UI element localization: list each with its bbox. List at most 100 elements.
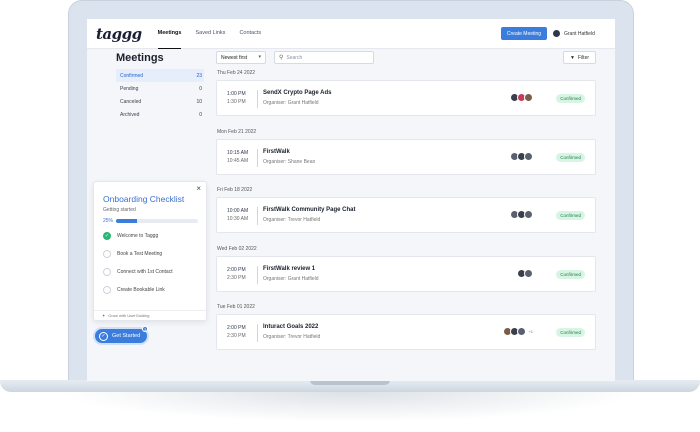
checklist-item[interactable]: Book a Test Meeting [103,250,162,258]
meeting-organiser: Organiser: Shane Bean [263,159,316,165]
checklist-item-label: Book a Test Meeting [117,251,163,257]
meeting-card[interactable]: 10:15 AM 10:45 AM FirstWalk Organiser: S… [216,139,596,175]
checklist-subtitle: Getting started [103,207,136,213]
circle-icon [103,268,111,276]
divider [257,149,258,167]
attendee-avatars [510,210,533,219]
checklist-item-label: Connect with 1st Contact [117,269,173,275]
onboarding-checklist: × Onboarding Checklist Getting started 2… [93,181,207,321]
checklist-item-label: Create Bookable Link [117,287,165,293]
attendee-avatars: +1 [503,327,533,336]
filter-button-label: Filter [577,54,590,61]
filter-archived[interactable]: Archived 0 [116,108,204,121]
status-badge: Confirmed [556,211,585,220]
divider [257,90,258,108]
create-meeting-button[interactable]: Create Meeting [501,27,547,40]
avatar [524,210,533,219]
user-avatar-icon [553,30,560,37]
start-time: 10:00 AM [227,208,249,214]
date-header: Mon Feb 21 2022 [217,129,257,135]
circle-icon [103,286,111,294]
checklist-progress-bar [116,219,198,223]
sort-value: Newest first [221,54,248,61]
checklist-title: Onboarding Checklist [103,194,185,204]
checklist-progress-fill [116,219,137,223]
filter-confirmed[interactable]: Confirmed 23 [116,69,204,82]
avatar [524,269,533,278]
filter-canceled[interactable]: Canceled 10 [116,95,204,108]
checklist-item[interactable]: ✓ Welcome to Taggg [103,232,158,240]
top-nav: taggg Meetings Saved Links Contacts Crea… [87,19,615,49]
filter-button[interactable]: ▼ Filter [563,51,596,64]
check-icon: ✓ [99,331,108,341]
start-time: 1:00 PM [227,91,246,97]
sort-select[interactable]: Newest first ▾ [216,51,266,64]
date-header: Wed Feb 02 2022 [217,246,257,252]
date-header: Thu Feb 24 2022 [217,70,256,76]
meeting-title: FirstWalk review 1 [263,266,316,272]
page-title: Meetings [116,52,164,64]
nav-saved-links[interactable]: Saved Links [195,19,225,49]
divider [257,266,258,284]
filter-label: Pending [120,85,139,92]
laptop-shadow [60,392,640,422]
checklist-footer[interactable]: ✦ Grow with UserGuiding [94,310,206,320]
circle-icon [103,250,111,258]
start-time: 2:00 PM [227,267,246,273]
chevron-down-icon: ▾ [258,54,261,60]
meeting-organiser: Organiser: Trevor Hatfield [263,217,321,223]
attendee-avatars [517,269,533,278]
search-input[interactable]: ⚲ Search [274,51,374,64]
filter-count: 0 [199,111,202,118]
date-header: Tue Feb 01 2022 [217,304,255,310]
status-badge: Confirmed [556,153,585,162]
divider [257,207,258,225]
search-placeholder: Search [286,54,303,61]
meeting-title: FirstWalk [263,149,290,155]
status-badge: Confirmed [556,328,585,337]
filter-icon: ▼ [569,54,575,61]
start-time: 2:00 PM [227,325,246,331]
status-filters: Confirmed 23 Pending 0 Canceled 10 Archived… [116,69,204,121]
attendee-avatars [510,152,533,161]
end-time: 10:45 AM [227,158,249,164]
close-icon[interactable]: × [196,184,201,193]
filter-count: 10 [196,98,202,105]
nav-contacts[interactable]: Contacts [239,19,261,49]
filter-count: 23 [196,72,202,79]
start-time: 10:15 AM [227,150,249,156]
checklist-item-label: Welcome to Taggg [117,233,159,239]
filter-pending[interactable]: Pending 0 [116,82,204,95]
search-icon: ⚲ [279,55,284,61]
avatar [517,327,527,336]
checklist-footer-text: Grow with UserGuiding [108,313,150,318]
meeting-title: Inturact Goals 2022 [263,324,319,330]
meeting-organiser: Organiser: Trevor Hatfield [263,334,321,340]
meeting-card[interactable]: 1:00 PM 1:30 PM SendX Crypto Page Ads Or… [216,80,596,116]
meeting-card[interactable]: 10:00 AM 10:30 AM FirstWalk Community Pa… [216,197,596,233]
logo[interactable]: taggg [96,25,142,43]
divider [257,324,258,342]
meeting-card[interactable]: 2:00 PM 2:30 PM Inturact Goals 2022 Orga… [216,314,596,350]
get-started-button[interactable]: ✓ Get Started [95,329,147,343]
get-started-count: 3 [142,326,148,332]
end-time: 2:30 PM [227,333,246,339]
nav-meetings[interactable]: Meetings [157,19,182,49]
attendee-avatars [510,93,533,102]
avatar [524,152,533,161]
meeting-card[interactable]: 2:00 PM 2:30 PM FirstWalk review 1 Organ… [216,256,596,292]
avatar [524,93,533,102]
meeting-organiser: Organiser: Grant Hatfield [263,276,319,282]
checklist-item[interactable]: Connect with 1st Contact [103,268,173,276]
meeting-organiser: Organiser: Grant Hatfield [263,100,319,106]
status-badge: Confirmed [556,270,585,279]
app-screen: taggg Meetings Saved Links Contacts Crea… [87,19,615,381]
more-attendees-count: +1 [528,329,533,334]
end-time: 2:30 PM [227,275,246,281]
filter-label: Confirmed [120,72,144,79]
filter-label: Canceled [120,98,142,105]
meeting-title: SendX Crypto Page Ads [263,90,332,96]
filter-count: 0 [199,85,202,92]
checklist-item[interactable]: Create Bookable Link [103,286,165,294]
user-menu[interactable]: Grant Hatfield [553,27,595,40]
